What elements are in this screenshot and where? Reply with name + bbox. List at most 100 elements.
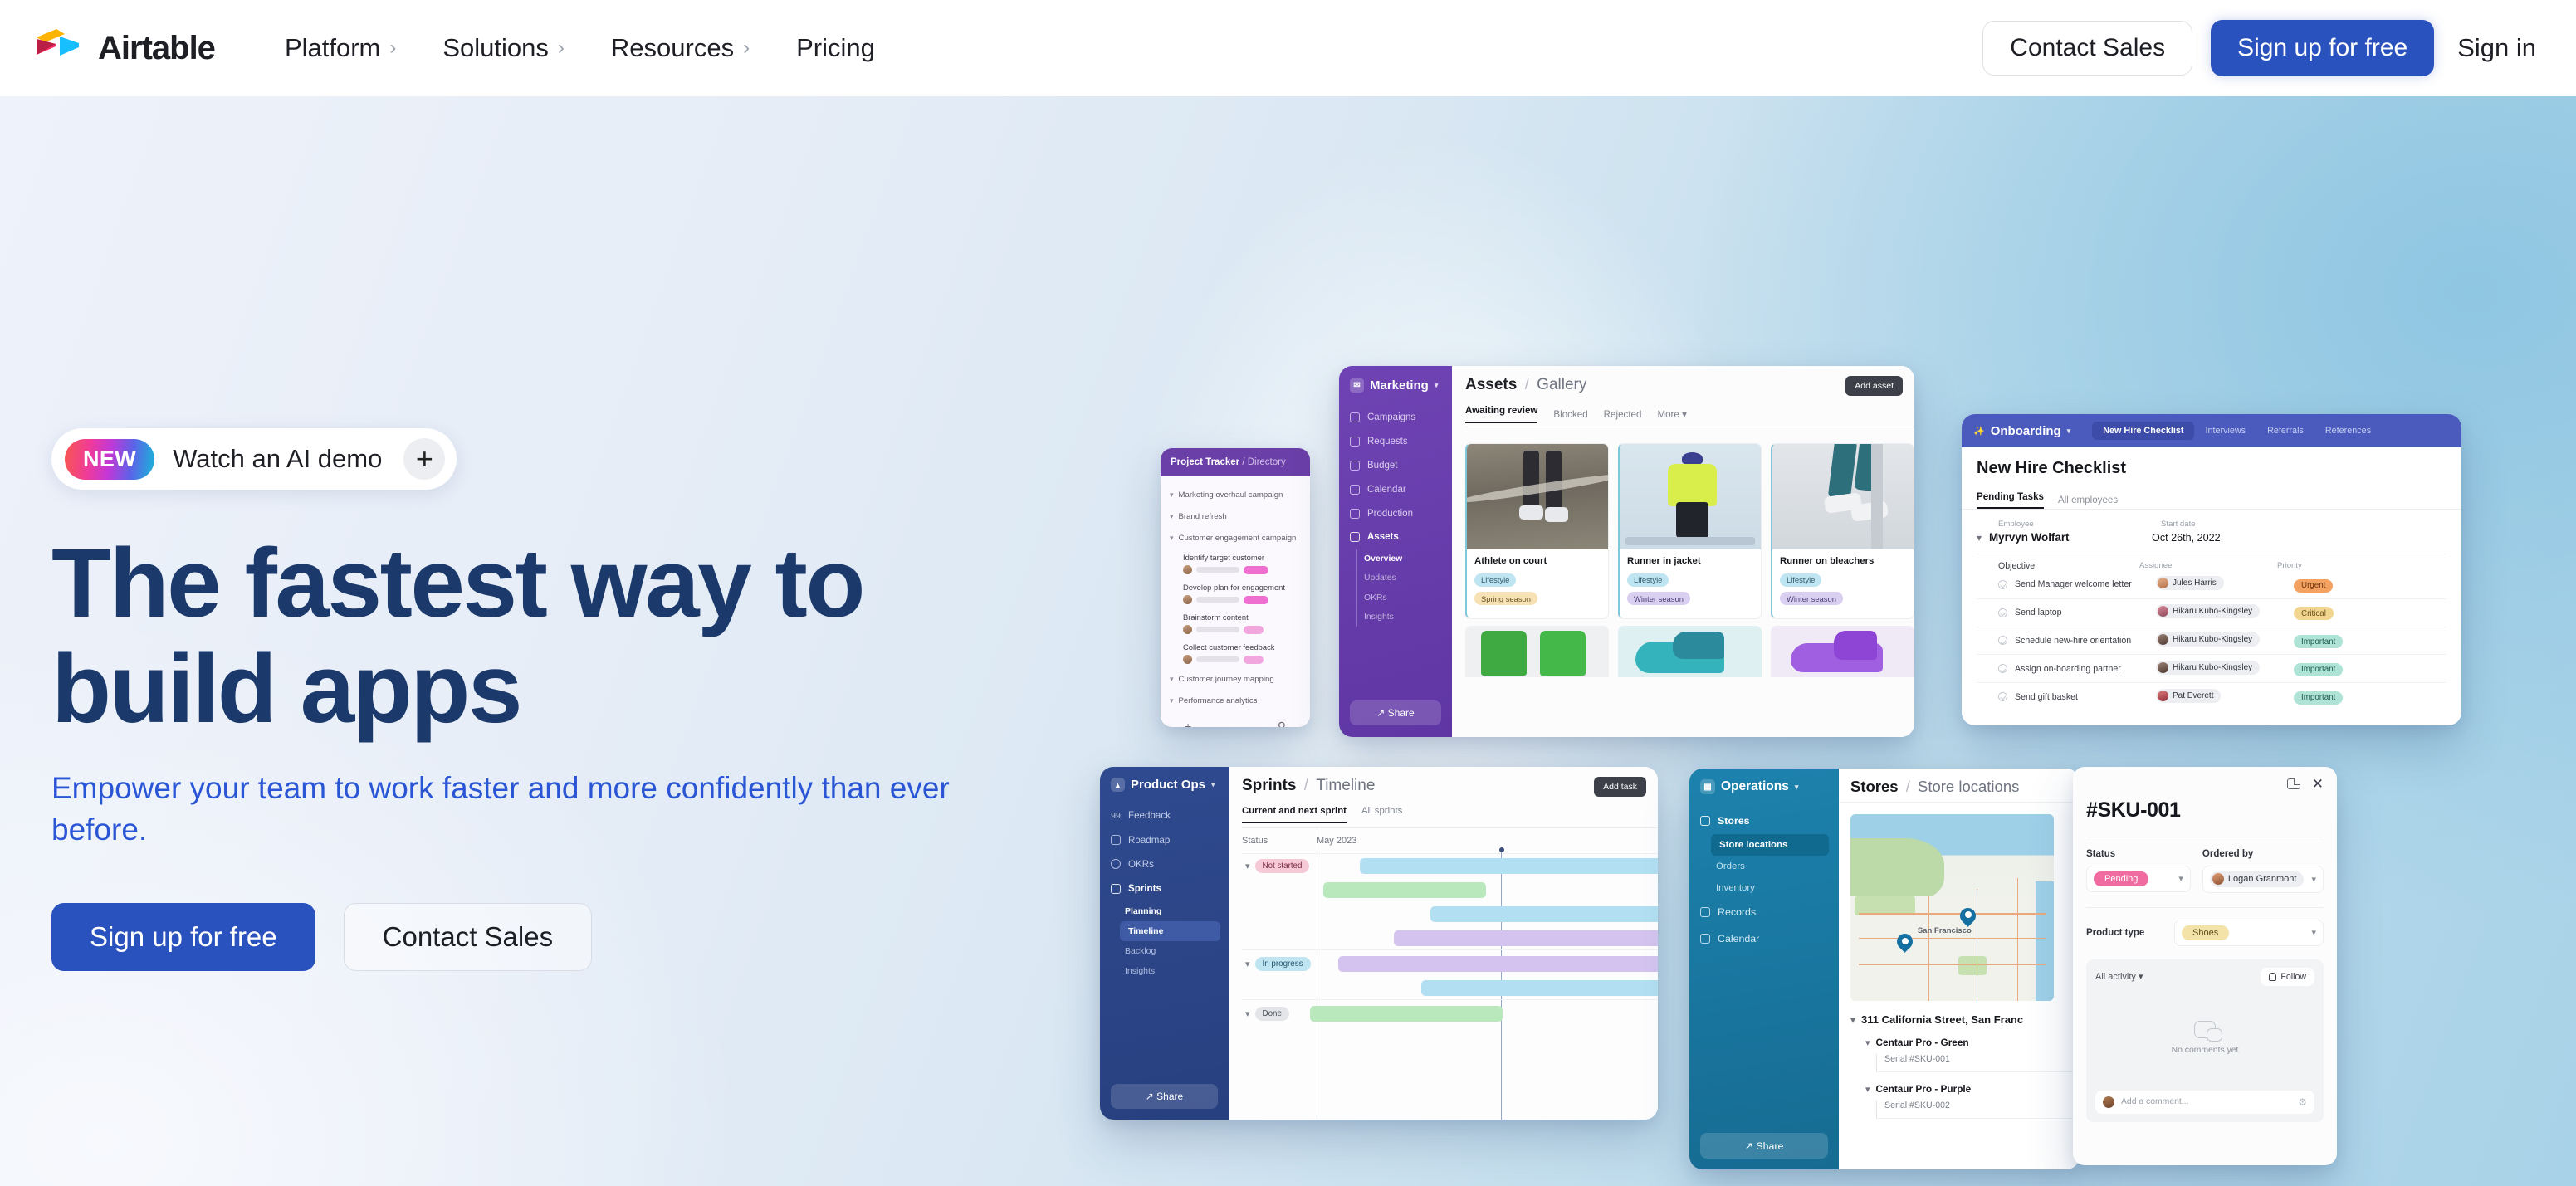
store-product-row[interactable]: ▾ Centaur Pro - Green [1865, 1037, 2080, 1048]
gantt-bar[interactable] [1421, 979, 1658, 996]
attachment-icon[interactable]: ⚙ [2298, 1096, 2307, 1108]
search-icon[interactable]: ⚲ [1278, 720, 1286, 727]
sidebar-subitem-inventory[interactable]: Inventory [1689, 877, 1839, 899]
gantt-row[interactable] [1242, 976, 1658, 1000]
status-select[interactable]: Pending ▾ [2086, 865, 2191, 892]
share-button[interactable]: ↗ Share [1111, 1084, 1218, 1109]
add-asset-button[interactable]: Add asset [1845, 376, 1903, 396]
sidebar-subitem-insights[interactable]: Insights [1100, 961, 1229, 981]
tracker-group[interactable]: ▾ Customer engagement campaign [1170, 527, 1301, 549]
hero-contact-sales-button[interactable]: Contact Sales [343, 902, 593, 971]
plus-icon[interactable]: + [403, 438, 446, 480]
add-icon[interactable]: + [1185, 720, 1191, 727]
project-tracker-panel[interactable]: Project Tracker / Directory ▾ Marketing o… [1161, 448, 1310, 727]
sidebar-item-roadmap[interactable]: Roadmap [1100, 827, 1229, 852]
add-task-button[interactable]: Add task [1594, 777, 1646, 797]
gantt-row[interactable]: ▾ Done [1242, 1002, 1658, 1026]
ai-demo-pill[interactable]: NEW Watch an AI demo + [51, 428, 457, 490]
check-circle-icon[interactable] [1998, 636, 2007, 646]
asset-thumbnail[interactable] [1465, 626, 1609, 677]
comment-input[interactable]: Add a comment... [2121, 1097, 2291, 1106]
gantt-row[interactable]: ▾ Not started [1242, 854, 1658, 878]
table-row[interactable]: Schedule new-hire orientation Hikaru Kub… [1977, 627, 2446, 656]
tracker-group[interactable]: ▾ Brand refresh [1170, 505, 1301, 527]
sidebar-subitem-orders[interactable]: Orders [1689, 856, 1839, 877]
gantt-bar[interactable] [1323, 882, 1486, 898]
gantt-row[interactable] [1242, 902, 1658, 926]
sidebar-item-campaigns[interactable]: Campaigns [1339, 406, 1452, 430]
sidebar-item-stores[interactable]: Stores [1689, 808, 1839, 834]
ordered-by-select[interactable]: Logan Granmont ▾ [2202, 865, 2324, 893]
check-circle-icon[interactable] [1998, 579, 2007, 589]
sidebar-item-okrs[interactable]: OKRs [1100, 852, 1229, 876]
gantt-row[interactable] [1242, 878, 1658, 902]
follow-button[interactable]: Follow [2261, 967, 2314, 986]
hero-signup-button[interactable]: Sign up for free [51, 902, 315, 971]
product-ops-panel[interactable]: ▲ Product Ops ▾ 99 Feedback Roadmap OKRs … [1100, 767, 1658, 1120]
share-button[interactable]: ↗ Share [1350, 700, 1441, 725]
subtab-pending-tasks[interactable]: Pending Tasks [1977, 491, 2044, 509]
table-row[interactable]: Send laptop Hikaru Kubo-Kingsley Critica… [1977, 599, 2446, 627]
gantt-bar[interactable] [1338, 956, 1658, 972]
nav-item-pricing[interactable]: Pricing [773, 33, 898, 63]
sidebar-item-production[interactable]: Production [1339, 501, 1452, 525]
tracker-task[interactable]: Develop plan for engagement [1170, 578, 1301, 608]
signup-button[interactable]: Sign up for free [2211, 20, 2435, 76]
sidebar-item-calendar[interactable]: Calendar [1339, 477, 1452, 501]
sidebar-item-sprints[interactable]: Sprints [1100, 876, 1229, 900]
table-row[interactable]: Send Manager welcome letter Jules Harris… [1977, 571, 2446, 599]
tab-current-next-sprint[interactable]: Current and next sprint [1242, 806, 1347, 824]
check-circle-icon[interactable] [1998, 664, 2007, 674]
sidebar-subitem-okrs[interactable]: OKRs [1339, 588, 1452, 608]
sidebar-item-calendar[interactable]: Calendar [1689, 925, 1839, 952]
tab-awaiting-review[interactable]: Awaiting review [1465, 405, 1538, 424]
sidebar-item-records[interactable]: Records [1689, 899, 1839, 925]
subtab-all-employees[interactable]: All employees [2058, 495, 2118, 505]
sidebar-item-budget[interactable]: Budget [1339, 454, 1452, 478]
asset-card[interactable]: Runner on bleachers Lifestyle Winter sea… [1771, 443, 1914, 619]
sidebar-subitem-updates[interactable]: Updates [1339, 569, 1452, 588]
tracker-group[interactable]: ▾ Marketing overhaul campaign [1170, 484, 1301, 505]
tracker-task[interactable]: Identify target customer [1170, 549, 1301, 578]
check-circle-icon[interactable] [1998, 692, 2007, 702]
operations-stores-panel[interactable]: ▦ Operations ▾ Stores Store locations Or… [1689, 769, 2080, 1169]
sidebar-item-assets[interactable]: Assets [1339, 525, 1452, 549]
tab-referrals[interactable]: Referrals [2256, 422, 2314, 440]
asset-thumbnail[interactable] [1618, 626, 1762, 677]
gantt-row[interactable]: ▾ In progress [1242, 952, 1658, 976]
map-pin[interactable] [1894, 930, 1917, 954]
gantt-bar[interactable] [1310, 1006, 1503, 1022]
gantt-bar[interactable] [1394, 930, 1658, 946]
sidebar-subitem-overview[interactable]: Overview [1339, 549, 1452, 569]
gantt-row[interactable] [1242, 926, 1658, 950]
tab-more[interactable]: More ▾ [1657, 408, 1686, 420]
operations-workspace-switcher[interactable]: ▦ Operations ▾ [1689, 779, 1839, 808]
asset-thumbnail[interactable] [1771, 626, 1914, 677]
tracker-task[interactable]: Collect customer feedback [1170, 638, 1301, 668]
store-product-row[interactable]: ▾ Centaur Pro - Purple [1865, 1083, 2080, 1095]
store-locations-map[interactable]: San Francisco [1850, 814, 2054, 1001]
tracker-group[interactable]: ▾ Customer journey mapping [1170, 668, 1301, 690]
sidebar-subitem-planning[interactable]: Planning [1100, 901, 1229, 921]
expand-icon[interactable] [2286, 778, 2300, 789]
asset-card[interactable]: Athlete on court Lifestyle Spring season [1465, 443, 1609, 619]
nav-item-platform[interactable]: Platform › [262, 33, 419, 63]
sidebar-subitem-insights[interactable]: Insights [1339, 607, 1452, 627]
onboarding-panel[interactable]: ✨ Onboarding ▾ New Hire Checklist Interv… [1962, 414, 2461, 725]
contact-sales-button[interactable]: Contact Sales [1982, 21, 2193, 76]
map-pin[interactable] [1957, 904, 1980, 929]
signin-link[interactable]: Sign in [2452, 33, 2541, 63]
tracker-task[interactable]: Brainstorm content [1170, 608, 1301, 638]
tab-all-sprints[interactable]: All sprints [1361, 806, 1402, 823]
sku-record-card[interactable]: ✕ #SKU-001 Status Pending ▾ Ordered by L… [2073, 767, 2337, 1165]
marketing-assets-panel[interactable]: ✉ Marketing ▾ Campaigns Requests Budget … [1339, 366, 1914, 737]
tracker-group[interactable]: ▾ Performance analytics [1170, 690, 1301, 711]
employee-group-row[interactable]: ▾ Myrvyn Wolfart Oct 26th, 2022 [1977, 531, 2446, 544]
table-row[interactable]: Assign on-boarding partner Hikaru Kubo-K… [1977, 655, 2446, 684]
close-icon[interactable]: ✕ [2312, 777, 2324, 791]
nav-item-solutions[interactable]: Solutions › [419, 33, 588, 63]
sidebar-subitem-store-locations[interactable]: Store locations [1711, 834, 1829, 856]
share-button[interactable]: ↗ Share [1700, 1133, 1828, 1159]
check-circle-icon[interactable] [1998, 608, 2007, 617]
sidebar-subitem-backlog[interactable]: Backlog [1100, 941, 1229, 961]
